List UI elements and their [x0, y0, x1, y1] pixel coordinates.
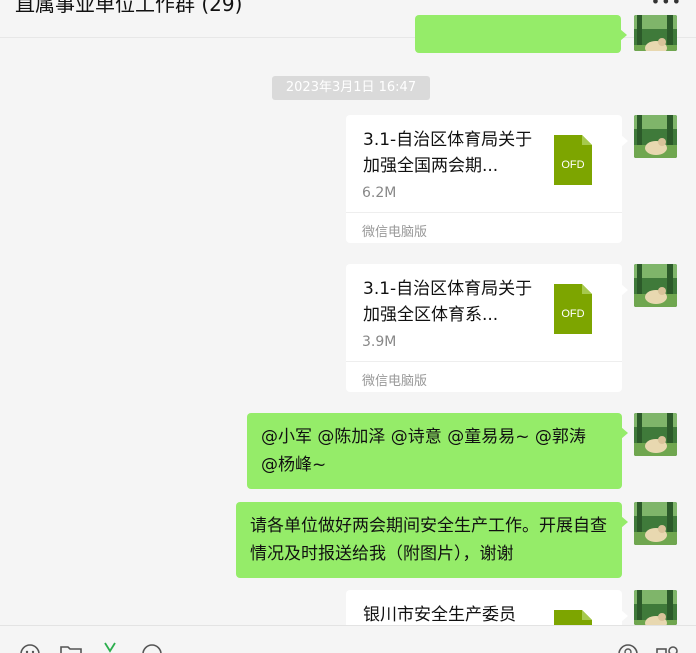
chat-history-icon[interactable] — [141, 643, 163, 653]
file-source: 微信电脑版 — [362, 225, 428, 240]
avatar[interactable] — [634, 590, 677, 625]
input-toolbar — [0, 625, 696, 653]
video-call-icon[interactable] — [655, 643, 681, 653]
ofd-file-icon — [554, 610, 592, 625]
chat-title[interactable]: 直属事业单位工作群 (29) — [15, 0, 242, 17]
divider — [346, 361, 622, 362]
divider — [346, 212, 622, 213]
message-text: 请各单位做好两会期间安全生产工作。开展自查情况及时报送给我（附图片），谢谢 — [250, 516, 607, 564]
avatar[interactable] — [634, 502, 677, 545]
avatar[interactable] — [634, 15, 677, 51]
message-bubble-partial[interactable] — [415, 15, 627, 53]
ofd-file-icon: OFD — [554, 135, 592, 185]
file-source: 微信电脑版 — [362, 374, 428, 389]
message-bubble[interactable]: 请各单位做好两会期间安全生产工作。开展自查情况及时报送给我（附图片），谢谢 — [236, 502, 628, 578]
svg-text:OFD: OFD — [561, 308, 584, 320]
scissors-icon[interactable] — [101, 641, 119, 653]
ellipsis-icon[interactable]: ••• — [651, 0, 682, 11]
file-message[interactable]: 3.1-自治区体育局关于加强全区体育系... 3.9M OFD 微信电脑版 — [346, 264, 628, 392]
svg-text:OFD: OFD — [561, 159, 584, 171]
file-message[interactable]: 3.1-自治区体育局关于加强全国两会期... 6.2M OFD 微信电脑版 — [346, 115, 628, 243]
file-size: 6.2M — [362, 185, 397, 201]
ofd-file-icon: OFD — [554, 284, 592, 334]
folder-icon[interactable] — [59, 643, 83, 653]
avatar[interactable] — [634, 115, 677, 158]
file-size: 3.9M — [362, 334, 397, 350]
file-name: 3.1-自治区体育局关于加强全区体育系... — [363, 279, 533, 325]
avatar[interactable] — [634, 264, 677, 307]
file-message[interactable]: 银川市安全生产委员 — [346, 590, 628, 630]
voice-call-icon[interactable] — [617, 643, 639, 653]
timestamp: 2023年3月1日 16:47 — [272, 76, 430, 100]
file-name: 3.1-自治区体育局关于加强全国两会期... — [363, 130, 533, 176]
emoji-icon[interactable] — [19, 643, 41, 653]
message-text: @小军 @陈加泽 @诗意 @童易易~ @郭涛 @杨峰~ — [261, 427, 592, 475]
avatar[interactable] — [634, 413, 677, 456]
message-bubble[interactable]: @小军 @陈加泽 @诗意 @童易易~ @郭涛 @杨峰~ — [247, 413, 628, 489]
